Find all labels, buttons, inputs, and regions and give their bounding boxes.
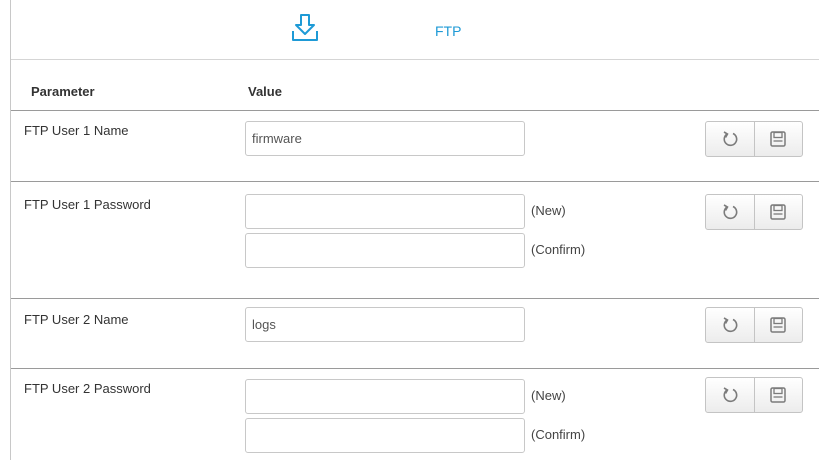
ftp-user1-password-new-input[interactable] [245, 194, 525, 229]
ftp-user1-name-input[interactable] [245, 121, 525, 156]
parameter-label: FTP User 1 Password [24, 197, 151, 212]
reset-button[interactable] [706, 308, 754, 342]
undo-icon [723, 317, 738, 333]
table-row: FTP User 1 Name [11, 111, 819, 182]
save-icon [770, 317, 786, 333]
undo-icon [723, 131, 738, 147]
table-row: FTP User 2 Name [11, 299, 819, 369]
column-header-parameter: Parameter [31, 84, 95, 99]
tab-ftp[interactable]: FTP [435, 23, 461, 39]
ftp-user2-name-input[interactable] [245, 307, 525, 342]
parameter-label: FTP User 2 Password [24, 381, 151, 396]
ftp-settings-panel: FTP Parameter Value FTP User 1 Name firm… [10, 0, 819, 460]
row-actions [705, 377, 803, 413]
row-actions [705, 194, 803, 230]
undo-icon [723, 387, 738, 403]
new-hint: (New) [531, 203, 566, 218]
save-icon [770, 204, 786, 220]
download-tray-icon [292, 14, 318, 41]
table-row: FTP User 2 Password (New) (Confirm) [11, 369, 819, 460]
new-hint: (New) [531, 388, 566, 403]
reset-button[interactable] [706, 122, 754, 156]
reset-button[interactable] [706, 378, 754, 412]
confirm-hint: (Confirm) [531, 427, 586, 442]
row-actions [705, 121, 803, 157]
column-header-value: Value [248, 84, 282, 99]
row-actions [705, 307, 803, 343]
ftp-user2-password-confirm-input[interactable] [245, 418, 525, 453]
save-icon [770, 131, 786, 147]
save-button[interactable] [753, 122, 803, 156]
parameter-label: FTP User 2 Name [24, 312, 129, 327]
ftp-user1-password-confirm-input[interactable] [245, 233, 525, 268]
table-row: FTP User 1 Password (New) (Confirm) [11, 182, 819, 299]
confirm-hint: (Confirm) [531, 242, 586, 257]
save-button[interactable] [753, 308, 803, 342]
save-button[interactable] [753, 195, 803, 229]
undo-icon [723, 204, 738, 220]
section-header: FTP [11, 0, 819, 60]
save-icon [770, 387, 786, 403]
reset-button[interactable] [706, 195, 754, 229]
parameter-label: FTP User 1 Name [24, 123, 129, 138]
ftp-user2-password-new-input[interactable] [245, 379, 525, 414]
save-button[interactable] [753, 378, 803, 412]
table-header: Parameter Value [11, 76, 819, 111]
